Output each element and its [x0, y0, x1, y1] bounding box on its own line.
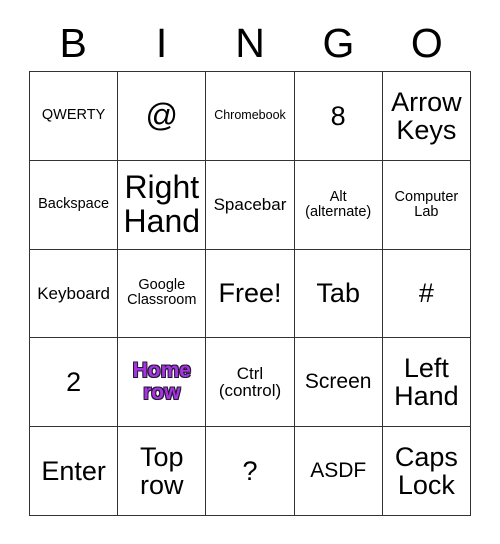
bingo-cell[interactable]: Left Hand — [382, 338, 471, 428]
header-letter-g: G — [322, 20, 355, 66]
bingo-cell-label: ASDF — [310, 459, 367, 483]
bingo-cell-label: Enter — [41, 456, 106, 487]
bingo-cell-label: Computer Lab — [394, 188, 459, 220]
bingo-cell[interactable]: Keyboard — [30, 249, 119, 339]
bingo-cell[interactable]: Backspace — [30, 160, 119, 250]
bingo-cell[interactable]: Home row — [118, 338, 207, 428]
bingo-cell-label: Free! — [218, 278, 282, 309]
bingo-cell[interactable]: Arrow Keys — [382, 72, 471, 161]
bingo-cell[interactable]: Enter — [30, 427, 119, 516]
bingo-cell-label: Keyboard — [37, 283, 110, 303]
bingo-cell-label: Top row — [140, 442, 184, 501]
bingo-cell-label: Google Classroom — [127, 277, 197, 309]
bingo-cell[interactable]: Chromebook — [206, 72, 295, 161]
bingo-cell[interactable]: QWERTY — [30, 72, 119, 161]
bingo-cell-label: Tab — [316, 278, 360, 309]
bingo-cell-label: Right Hand — [123, 169, 201, 239]
bingo-cell-label: Backspace — [38, 196, 110, 213]
bingo-cell-label: # — [418, 278, 434, 309]
bingo-cell[interactable]: @ — [118, 72, 207, 161]
bingo-header-row: B I N G O — [29, 0, 471, 71]
bingo-cell[interactable]: Caps Lock — [382, 427, 471, 516]
bingo-cell-label: Spacebar — [213, 194, 287, 214]
bingo-cell[interactable]: Alt (alternate) — [294, 160, 383, 250]
bingo-cell-label: Screen — [304, 370, 372, 394]
bingo-cell-label: Ctrl (control) — [218, 363, 282, 401]
header-letter-b: B — [59, 20, 87, 66]
bingo-cell-label: 8 — [330, 100, 346, 131]
bingo-cell[interactable]: ? — [206, 427, 295, 516]
bingo-cell[interactable]: Spacebar — [206, 160, 295, 250]
bingo-cell-label: ? — [242, 456, 258, 487]
header-letter-i: I — [155, 20, 168, 66]
bingo-cell-label: Home row — [132, 359, 191, 405]
bingo-cell[interactable]: Ctrl (control) — [206, 338, 295, 428]
bingo-cell[interactable]: Google Classroom — [118, 249, 207, 339]
bingo-cell[interactable]: 8 — [294, 72, 383, 161]
bingo-cell[interactable]: Tab — [294, 249, 383, 339]
bingo-cell-label: 2 — [66, 367, 82, 398]
bingo-cell-label: @ — [145, 97, 179, 134]
bingo-cell[interactable]: Free! — [206, 249, 295, 339]
bingo-cell[interactable]: Computer Lab — [382, 160, 471, 250]
bingo-cell[interactable]: Right Hand — [118, 160, 207, 250]
bingo-cell-label: Left Hand — [394, 353, 459, 412]
bingo-cell[interactable]: Top row — [118, 427, 207, 516]
header-letter-o: O — [410, 20, 443, 66]
bingo-cell[interactable]: 2 — [30, 338, 119, 428]
bingo-cell-label: Arrow Keys — [391, 86, 462, 145]
bingo-cell-label: Chromebook — [214, 108, 286, 123]
bingo-grid: QWERTY @ Chromebook 8 Arrow Keys Backspace Rig… — [29, 71, 471, 516]
bingo-cell-label: Caps Lock — [394, 442, 458, 501]
bingo-cell-label: QWERTY — [41, 107, 106, 124]
header-letter-n: N — [235, 20, 265, 66]
bingo-cell[interactable]: # — [382, 249, 471, 339]
bingo-cell-label: Alt (alternate) — [305, 188, 372, 220]
bingo-cell[interactable]: Screen — [294, 338, 383, 428]
bingo-card: B I N G O QWERTY @ Chromebook 8 Arrow Keys Ba… — [29, 0, 471, 516]
bingo-cell[interactable]: ASDF — [294, 427, 383, 516]
